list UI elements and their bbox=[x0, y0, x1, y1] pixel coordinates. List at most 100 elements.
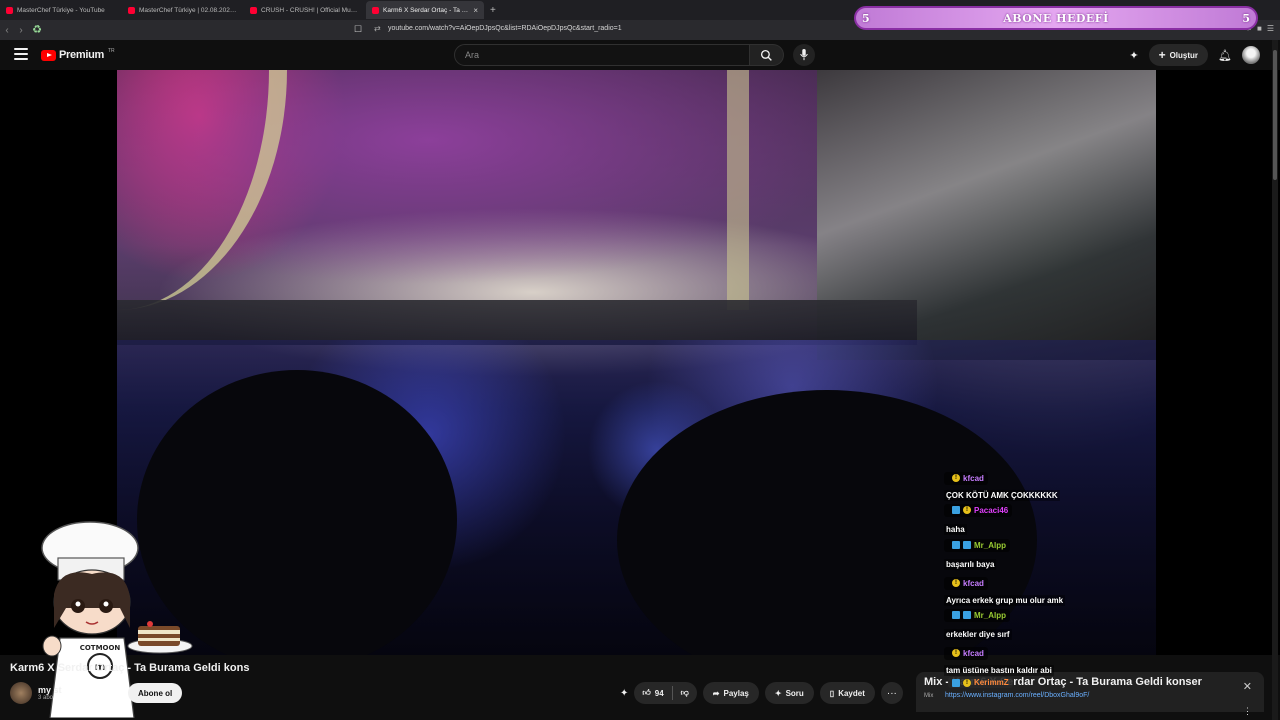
youtube-favicon-icon bbox=[128, 6, 135, 14]
share-icon: ➦ bbox=[712, 688, 720, 698]
like-dislike-group: 👍︎ 94 👎︎ bbox=[634, 682, 697, 704]
chat-message: Mr_Alpp başarılı baya bbox=[940, 536, 1180, 571]
youtube-favicon-icon bbox=[6, 6, 13, 14]
badge-icon bbox=[952, 506, 960, 514]
chat-message: ! kfcad ÇOK KÖTÜ AMK ÇOKKKKKK bbox=[940, 466, 1180, 501]
youtube-play-icon bbox=[41, 49, 56, 61]
sparkle-icon: ✦ bbox=[774, 688, 782, 698]
chat-text: tam üstüne bastın kaldır abi bbox=[944, 664, 1054, 676]
badge-icon: ! bbox=[963, 678, 971, 687]
masthead-right: ✦ + Oluştur 🔔︎ bbox=[1129, 44, 1260, 66]
chat-footer-user: ! KerimmZ bbox=[948, 677, 1013, 688]
badge-icon bbox=[952, 541, 960, 549]
close-icon[interactable]: ✕ bbox=[1243, 680, 1252, 693]
site-info-icon[interactable]: ⇄ bbox=[374, 24, 381, 33]
subscriber-goal-banner: 5 ABONE HEDEFİ 5 bbox=[854, 6, 1258, 30]
video-actions: ✦ 👍︎ 94 👎︎ ➦ Paylaş ✦ Soru ▯ Kaydet ··· bbox=[620, 682, 903, 704]
plus-icon: + bbox=[1158, 48, 1166, 62]
more-vertical-icon[interactable]: ⋮ bbox=[1243, 706, 1252, 717]
chat-username: ! kfcad bbox=[944, 646, 988, 660]
search-input[interactable] bbox=[465, 45, 749, 65]
bookmark-icon[interactable]: ☐ bbox=[354, 24, 362, 35]
chat-text: başarılı baya bbox=[944, 559, 997, 570]
search-icon bbox=[760, 49, 772, 61]
search-button[interactable] bbox=[750, 44, 784, 66]
ask-button[interactable]: ✦ Soru bbox=[764, 682, 814, 704]
stage-band bbox=[117, 300, 917, 345]
badge-icon: ! bbox=[952, 649, 960, 657]
badge-icon: ! bbox=[963, 506, 971, 514]
account-avatar[interactable] bbox=[1242, 46, 1260, 64]
scroll-thumb[interactable] bbox=[1273, 50, 1277, 180]
create-button[interactable]: + Oluştur bbox=[1148, 44, 1209, 66]
video-title: Karm6 X Serdar Ortaç - Ta Burama Geldi k… bbox=[10, 662, 250, 674]
chat-username: ! Pacaci46 bbox=[944, 503, 1013, 517]
gaming-icon[interactable]: ✦ bbox=[620, 688, 628, 699]
bookmark-icon: ▯ bbox=[829, 688, 835, 698]
browser-tab-3[interactable]: CRUSH - CRUSH! | Official Music Vid bbox=[244, 1, 366, 19]
thumbs-up-icon: 👍︎ bbox=[642, 688, 651, 697]
forward-icon[interactable]: › bbox=[14, 25, 28, 36]
chat-text: ÇOK KÖTÜ AMK ÇOKKKKKK bbox=[944, 489, 1060, 501]
tab-title: CRUSH - CRUSH! | Official Music Vid bbox=[261, 6, 360, 14]
extension-icon[interactable]: ■ bbox=[1257, 24, 1262, 34]
like-count: 94 bbox=[654, 688, 664, 698]
youtube-favicon-icon bbox=[250, 6, 257, 14]
more-actions-button[interactable]: ··· bbox=[880, 682, 903, 704]
save-button[interactable]: ▯ Kaydet bbox=[819, 682, 875, 704]
channel-name[interactable]: my st bbox=[38, 685, 62, 695]
save-label: Kaydet bbox=[838, 688, 865, 698]
mix-subtitle: Mix bbox=[924, 693, 934, 699]
dislike-button[interactable]: 👎︎ bbox=[673, 682, 697, 704]
chat-message: ! kfcad Ayrıca erkek grup mu olur amk bbox=[940, 571, 1180, 606]
subscribe-button[interactable]: Abone ol bbox=[128, 683, 183, 703]
chat-link[interactable]: https://www.instagram.com/reel/DboxGhal9… bbox=[945, 692, 1089, 699]
chat-message: ! kfcad tam üstüne bastın kaldır abi bbox=[940, 641, 1180, 676]
badge-icon bbox=[963, 611, 971, 619]
new-tab-button[interactable]: + bbox=[490, 5, 496, 16]
tab-title: MasterChef Türkiye - YouTube bbox=[17, 6, 105, 14]
goal-label: ABONE HEDEFİ bbox=[1003, 11, 1109, 25]
badge-icon: ! bbox=[952, 474, 960, 482]
youtube-masthead: Premium TR ✦ +Oluştur 🔔︎ bbox=[0, 40, 1280, 70]
browser-tab-1[interactable]: MasterChef Türkiye - YouTube bbox=[0, 1, 122, 19]
badge-icon bbox=[963, 541, 971, 549]
chat-text: haha bbox=[944, 524, 967, 535]
share-label: Paylaş bbox=[723, 688, 749, 698]
gaming-icon[interactable]: ✦ bbox=[1129, 49, 1138, 62]
browser-tab-4-active[interactable]: Karm6 X Serdar Ortaç - Ta Bu × bbox=[366, 1, 484, 19]
voice-search-button[interactable] bbox=[793, 44, 815, 66]
extension-logo-icon[interactable]: ♻ bbox=[30, 23, 44, 37]
menu-icon[interactable]: ☰ bbox=[1267, 24, 1274, 34]
country-code: TR bbox=[107, 48, 115, 54]
chat-username: ! kfcad bbox=[944, 576, 988, 590]
tab-title: Karm6 X Serdar Ortaç - Ta Bu bbox=[383, 6, 470, 14]
guide-menu-icon[interactable] bbox=[14, 48, 28, 60]
youtube-logo[interactable]: Premium TR bbox=[41, 48, 115, 61]
back-icon[interactable]: ‹ bbox=[0, 25, 14, 36]
notifications-bell-icon[interactable]: 🔔︎ bbox=[1218, 49, 1232, 62]
browser-tab-2[interactable]: MasterChef Türkiye | 02.08.2026 @m bbox=[122, 1, 244, 19]
brand-label: Premium bbox=[59, 49, 104, 61]
chat-message: ! Pacaci46 haha bbox=[940, 501, 1180, 536]
microphone-icon bbox=[800, 49, 808, 61]
create-label: Oluştur bbox=[1169, 50, 1199, 60]
close-tab-icon[interactable]: × bbox=[473, 6, 478, 15]
channel-subscriber-count: 3 abo bbox=[38, 695, 54, 701]
like-button[interactable]: 👍︎ 94 bbox=[634, 682, 671, 704]
svg-text:COTMOON: COTMOON bbox=[80, 644, 121, 652]
stage-arch-left bbox=[117, 70, 287, 310]
youtube-favicon-icon bbox=[372, 6, 379, 14]
share-button[interactable]: ➦ Paylaş bbox=[702, 682, 759, 704]
ask-label: Soru bbox=[785, 688, 804, 698]
chat-message: Mr_Alpp erkekler diye sırf bbox=[940, 606, 1180, 641]
thumbs-down-icon: 👎︎ bbox=[680, 688, 689, 697]
channel-row: my st 3 abo bbox=[10, 680, 62, 706]
url-field[interactable]: youtube.com/watch?v=AiOepDJpsQc&list=RDA… bbox=[388, 25, 622, 32]
stream-chat-overlay: ! kfcad ÇOK KÖTÜ AMK ÇOKKKKKK ! Pacaci46 h… bbox=[940, 466, 1180, 676]
channel-avatar[interactable] bbox=[10, 682, 32, 704]
chat-username: ! kfcad bbox=[944, 471, 988, 485]
page-scrollbar[interactable] bbox=[1272, 40, 1278, 720]
search-box bbox=[454, 44, 750, 66]
badge-icon bbox=[952, 611, 960, 619]
